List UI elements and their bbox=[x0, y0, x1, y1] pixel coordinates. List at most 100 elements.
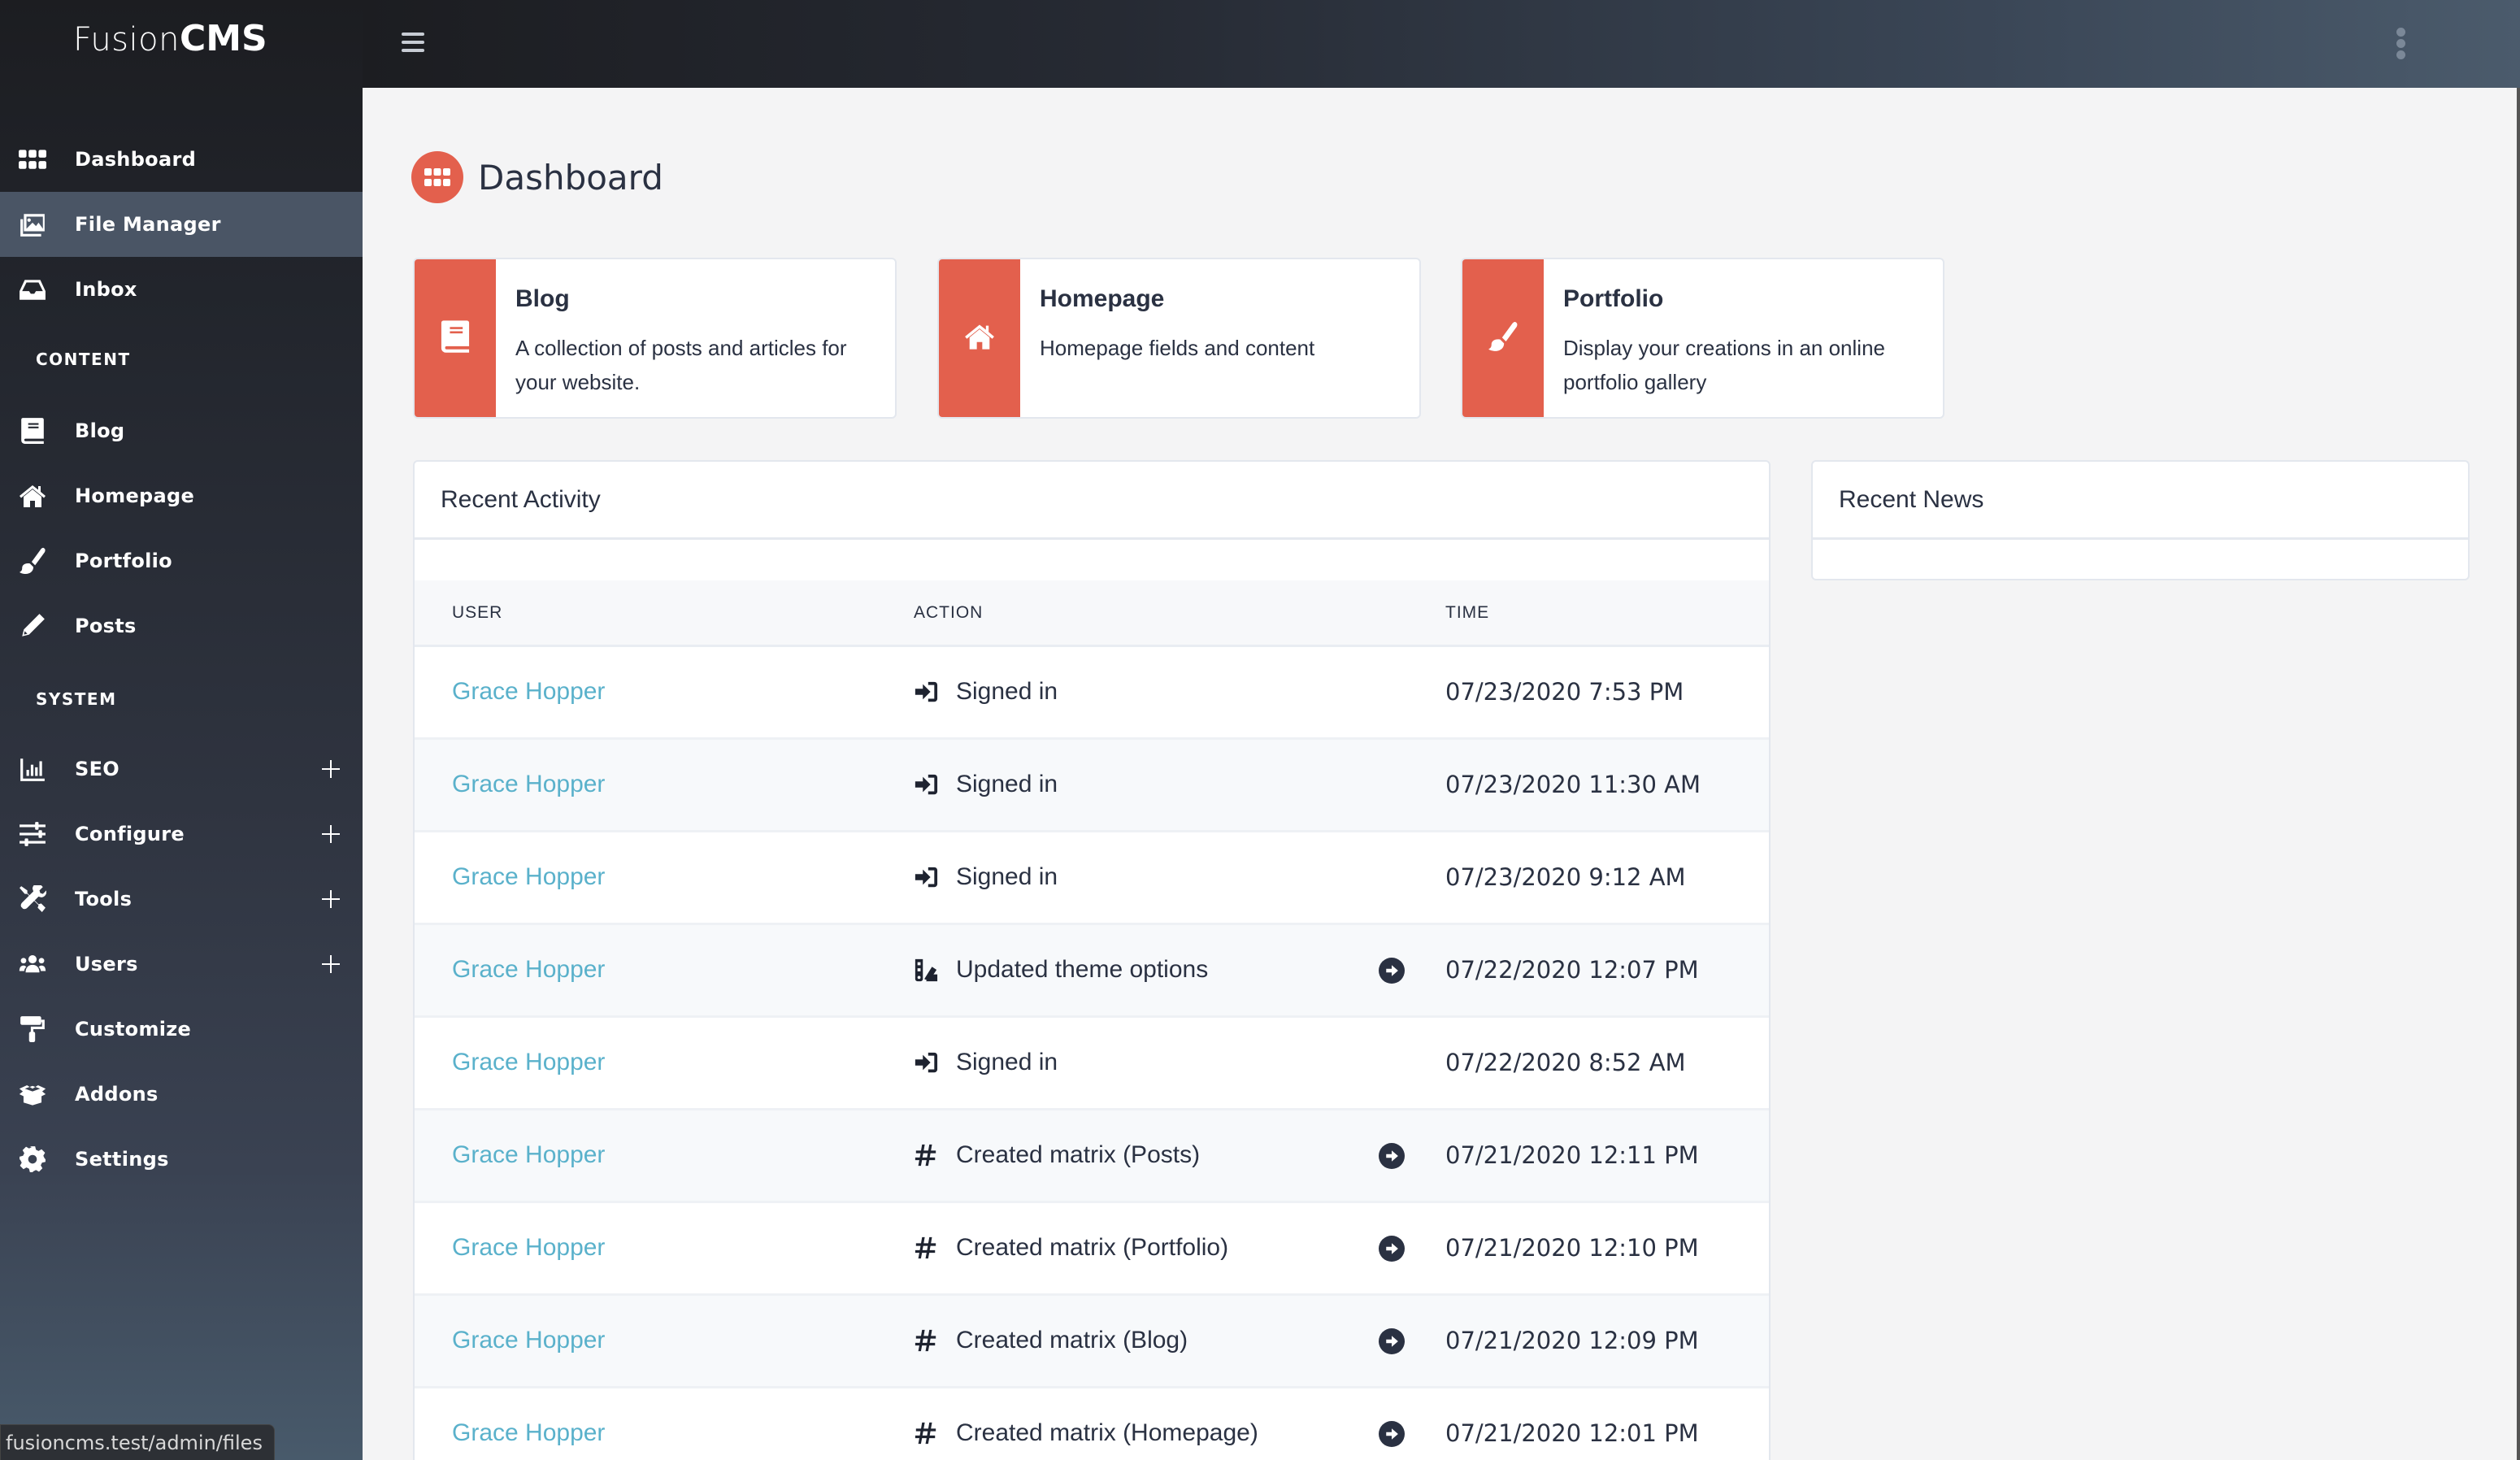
table-row: Grace Hopper Created matrix (Homepage) 07/… bbox=[415, 1388, 1769, 1460]
sidebar-item-posts[interactable]: Posts bbox=[0, 593, 363, 658]
column-header-time: TIME bbox=[1445, 603, 1490, 622]
sidebar-item-inbox[interactable]: Inbox bbox=[0, 257, 363, 322]
menu-toggle-button[interactable] bbox=[402, 33, 426, 55]
sidebar-item-settings[interactable]: Settings bbox=[0, 1127, 363, 1192]
chart-bar-icon bbox=[18, 754, 47, 784]
sidebar-item-label: Settings bbox=[75, 1148, 169, 1171]
top-bar bbox=[363, 0, 2520, 88]
user-link[interactable]: Grace Hopper bbox=[452, 771, 605, 798]
hamburger-line bbox=[402, 41, 424, 44]
table-row: Grace Hopper Updated theme options 07/22/2… bbox=[415, 925, 1769, 1018]
sidebar-item-label: Inbox bbox=[75, 278, 137, 301]
user-link[interactable]: Grace Hopper bbox=[452, 1419, 605, 1447]
sidebar-item-label: Homepage bbox=[75, 484, 195, 507]
action-text: Signed in bbox=[956, 1049, 1058, 1075]
table-row: Grace Hopper Created matrix (Portfolio) 07… bbox=[415, 1203, 1769, 1296]
action-text: Signed in bbox=[956, 863, 1058, 890]
sidebar-section-heading: SYSTEM bbox=[36, 689, 117, 709]
home-icon bbox=[964, 319, 995, 358]
hashtag-icon bbox=[914, 1328, 938, 1353]
arrow-circle-right-icon[interactable] bbox=[1379, 1236, 1405, 1262]
arrow-circle-right-icon[interactable] bbox=[1379, 958, 1405, 984]
quick-link-card-homepage[interactable]: Homepage Homepage fields and content bbox=[937, 258, 1421, 419]
hashtag-icon bbox=[914, 1236, 938, 1260]
user-link[interactable]: Grace Hopper bbox=[452, 956, 605, 984]
column-header-user: USER bbox=[452, 603, 503, 622]
quick-link-icon-strip bbox=[415, 259, 496, 417]
paint-brush-icon bbox=[18, 546, 47, 576]
user-link[interactable]: Grace Hopper bbox=[452, 1327, 605, 1354]
quick-link-icon-strip bbox=[939, 259, 1020, 417]
time-text: 07/21/2020 12:11 PM bbox=[1445, 1141, 1699, 1169]
table-row: Grace Hopper Created matrix (Blog) 07/21/2… bbox=[415, 1296, 1769, 1388]
hamburger-line bbox=[402, 49, 424, 52]
quick-link-description: Display your creations in an online port… bbox=[1563, 336, 1885, 394]
recent-activity-panel: Recent Activity USER ACTION TIME Grace H… bbox=[413, 460, 1771, 1460]
sidebar-item-label: Addons bbox=[75, 1083, 159, 1106]
expand-plus-icon[interactable] bbox=[322, 955, 340, 973]
sidebar-item-homepage[interactable]: Homepage bbox=[0, 463, 363, 528]
recent-news-title: Recent News bbox=[1813, 462, 2468, 540]
user-link[interactable]: Grace Hopper bbox=[452, 1234, 605, 1262]
time-text: 07/22/2020 12:07 PM bbox=[1445, 956, 1699, 984]
quick-link-title: Homepage bbox=[1040, 285, 1165, 312]
more-options-button[interactable] bbox=[2396, 28, 2408, 60]
sidebar-item-portfolio[interactable]: Portfolio bbox=[0, 528, 363, 593]
quick-link-card-blog[interactable]: Blog A collection of posts and articles f… bbox=[413, 258, 897, 419]
sidebar-item-label: Posts bbox=[75, 615, 137, 637]
sidebar-item-blog[interactable]: Blog bbox=[0, 398, 363, 463]
user-link[interactable]: Grace Hopper bbox=[452, 678, 605, 706]
grid-icon bbox=[411, 151, 463, 203]
arrow-circle-right-icon[interactable] bbox=[1379, 1421, 1405, 1447]
sidebar-item-file-manager[interactable]: File Manager bbox=[0, 192, 363, 257]
expand-plus-icon[interactable] bbox=[322, 760, 340, 778]
arrow-circle-right-icon[interactable] bbox=[1379, 1143, 1405, 1169]
sliders-icon bbox=[18, 819, 47, 849]
quick-link-title: Portfolio bbox=[1563, 285, 1664, 312]
paint-roller-icon bbox=[18, 1015, 47, 1044]
sidebar-item-dashboard[interactable]: Dashboard bbox=[0, 127, 363, 192]
sidebar-item-seo[interactable]: SEO bbox=[0, 737, 363, 802]
time-text: 07/21/2020 12:01 PM bbox=[1445, 1419, 1699, 1447]
user-link[interactable]: Grace Hopper bbox=[452, 1141, 605, 1169]
action-text: Created matrix (Posts) bbox=[956, 1141, 1201, 1168]
quick-link-title: Blog bbox=[515, 285, 570, 312]
action-text: Created matrix (Portfolio) bbox=[956, 1234, 1229, 1261]
table-header: USER ACTION TIME bbox=[415, 580, 1769, 647]
sidebar-item-addons[interactable]: Addons bbox=[0, 1062, 363, 1127]
logo-text-bold: CMS bbox=[179, 18, 267, 59]
sidebar-item-customize[interactable]: Customize bbox=[0, 997, 363, 1062]
expand-plus-icon[interactable] bbox=[322, 890, 340, 908]
time-text: 07/23/2020 11:30 AM bbox=[1445, 771, 1701, 798]
arrow-circle-right-icon[interactable] bbox=[1379, 1328, 1405, 1354]
expand-plus-icon[interactable] bbox=[322, 825, 340, 843]
table-row: Grace Hopper Signed in 07/23/2020 11:30 AM bbox=[415, 740, 1769, 832]
sidebar-item-label: Portfolio bbox=[75, 550, 172, 572]
images-icon bbox=[18, 210, 47, 239]
sign-in-icon bbox=[914, 1050, 938, 1075]
recent-news-panel: Recent News bbox=[1811, 460, 2470, 580]
table-row: Grace Hopper Created matrix (Posts) 07/21/… bbox=[415, 1110, 1769, 1203]
sidebar-item-tools[interactable]: Tools bbox=[0, 867, 363, 932]
action-text: Created matrix (Homepage) bbox=[956, 1419, 1258, 1446]
sidebar-item-configure[interactable]: Configure bbox=[0, 802, 363, 867]
sidebar-item-users[interactable]: Users bbox=[0, 932, 363, 997]
sidebar-item-label: Users bbox=[75, 953, 138, 976]
logo[interactable]: Fusion CMS bbox=[73, 18, 267, 67]
table-row: Grace Hopper Signed in 07/23/2020 7:53 PM bbox=[415, 647, 1769, 740]
sign-in-icon bbox=[914, 865, 938, 889]
pencil-icon bbox=[18, 611, 47, 641]
user-link[interactable]: Grace Hopper bbox=[452, 1049, 605, 1076]
action-text: Signed in bbox=[956, 771, 1058, 797]
kebab-dot bbox=[2396, 50, 2405, 59]
book-icon bbox=[18, 416, 47, 445]
sidebar-item-label: File Manager bbox=[75, 213, 221, 236]
swatchbook-icon bbox=[914, 958, 938, 982]
paint-brush-icon bbox=[1488, 319, 1519, 358]
user-link[interactable]: Grace Hopper bbox=[452, 863, 605, 891]
quick-link-card-portfolio[interactable]: Portfolio Display your creations in an on… bbox=[1461, 258, 1944, 419]
activity-table: USER ACTION TIME Grace Hopper Signed in 07… bbox=[415, 580, 1769, 1460]
sidebar-item-label: SEO bbox=[75, 758, 119, 780]
time-text: 07/23/2020 7:53 PM bbox=[1445, 678, 1684, 706]
time-text: 07/23/2020 9:12 AM bbox=[1445, 863, 1686, 891]
